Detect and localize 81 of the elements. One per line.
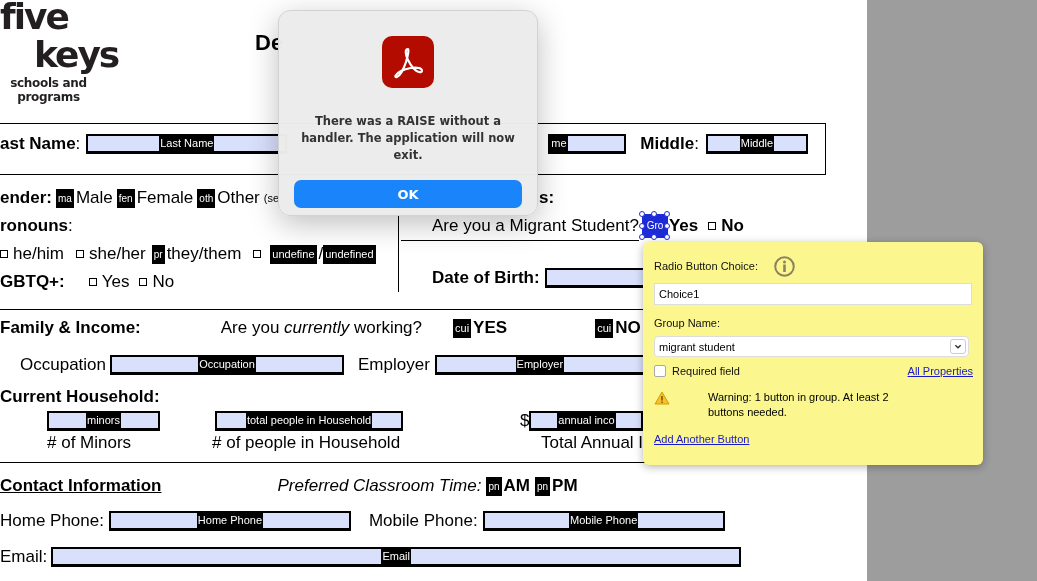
label: $ xyxy=(520,410,530,431)
label: YES xyxy=(473,318,508,338)
radio-field[interactable]: fen xyxy=(116,188,135,208)
label: s: xyxy=(539,188,555,209)
choice-label: Radio Button Choice: xyxy=(654,260,758,272)
logo-tagline: schools and xyxy=(9,76,88,90)
label: Yes xyxy=(101,272,130,293)
label: No xyxy=(152,272,175,293)
radio-field[interactable]: cui xyxy=(595,318,614,338)
label: Preferred Classroom Time: xyxy=(277,476,482,496)
radio-field[interactable]: pn xyxy=(486,476,502,496)
label: NO xyxy=(615,318,641,338)
required-checkbox[interactable] xyxy=(654,365,666,377)
radio-field[interactable]: pr xyxy=(151,244,165,264)
logo-tagline: programs xyxy=(16,90,81,104)
alert-message: There was a RAISE without a handler. The application will now exit. xyxy=(300,113,516,164)
date-field[interactable] xyxy=(544,268,645,289)
text-field[interactable]: Employer xyxy=(434,355,645,375)
label: Female xyxy=(136,188,194,209)
ok-button[interactable]: OK xyxy=(294,180,522,208)
label: AM xyxy=(503,476,530,496)
text-field[interactable]: Mobile Phone xyxy=(482,511,725,531)
field-caption: # of people in Household xyxy=(212,433,402,453)
text-field[interactable]: Middle xyxy=(705,133,808,154)
text-field[interactable]: minors xyxy=(47,410,160,431)
chevron-down-icon[interactable] xyxy=(950,339,966,354)
radio-field[interactable]: oth xyxy=(197,188,216,208)
label: (se xyxy=(263,191,280,207)
radio-field[interactable]: pn xyxy=(535,476,551,496)
label: Family & Income: xyxy=(0,318,141,338)
label: Male xyxy=(75,188,113,209)
text-field[interactable]: annual inco xyxy=(529,410,644,431)
group-select[interactable]: migrant student xyxy=(654,336,969,357)
label: PM xyxy=(552,476,578,496)
choice-input[interactable]: Choice1 xyxy=(654,283,972,305)
required-label: Required field xyxy=(672,365,740,377)
label: Home Phone: xyxy=(0,511,104,531)
radio-field[interactable]: cui xyxy=(453,318,472,338)
info-icon[interactable] xyxy=(773,255,795,277)
label: Employer xyxy=(358,355,430,375)
group-label: Group Name: xyxy=(654,317,721,329)
label: Occupation xyxy=(20,355,106,375)
label: Yes xyxy=(668,216,699,237)
field-caption: # of Minors xyxy=(47,433,133,453)
label: Middle: xyxy=(640,133,699,154)
text-field[interactable]: Email xyxy=(51,547,742,567)
text-field[interactable]: total people in Household xyxy=(215,410,403,431)
label: Current Household: xyxy=(0,387,160,407)
checkbox-icon xyxy=(139,278,148,287)
all-properties-link[interactable]: All Properties xyxy=(907,365,973,377)
text-field[interactable]: me xyxy=(548,133,627,154)
checkbox-icon xyxy=(88,278,97,287)
checkbox-icon xyxy=(708,222,717,231)
label: Date of Birth: xyxy=(432,268,540,289)
checkbox-icon xyxy=(253,250,262,259)
radio-field[interactable]: ma xyxy=(55,188,74,208)
warning-icon xyxy=(654,391,670,405)
label: ender: xyxy=(0,188,52,209)
text-field[interactable]: Occupation xyxy=(110,355,344,375)
label: Are you currently working? xyxy=(220,318,423,338)
label: Contact Information xyxy=(0,476,162,496)
label: Email: xyxy=(0,547,48,567)
text-field[interactable]: Home Phone xyxy=(108,511,351,531)
radio-field[interactable]: undefine xyxy=(270,244,317,264)
label: Are you a Migrant Student? xyxy=(432,216,639,237)
label: GBTQ+: xyxy=(0,272,65,293)
warning-message: Warning: 1 button in group. At least 2 buttons needed. xyxy=(708,390,890,420)
label: Other xyxy=(217,188,260,209)
label: ast Name: xyxy=(0,133,81,154)
checkbox-icon xyxy=(76,250,85,259)
label: No xyxy=(721,216,744,237)
label: they/them xyxy=(166,244,242,265)
label: he/him xyxy=(13,244,65,265)
radio-field[interactable]: undefined xyxy=(323,244,376,264)
label: Mobile Phone: xyxy=(368,511,478,531)
app-icon xyxy=(382,36,434,88)
label: / xyxy=(318,244,324,265)
field-caption: Total Annual I xyxy=(541,433,641,453)
label: ronouns: xyxy=(0,216,73,237)
label: she/her xyxy=(89,244,146,265)
add-button-link[interactable]: Add Another Button xyxy=(654,433,750,445)
